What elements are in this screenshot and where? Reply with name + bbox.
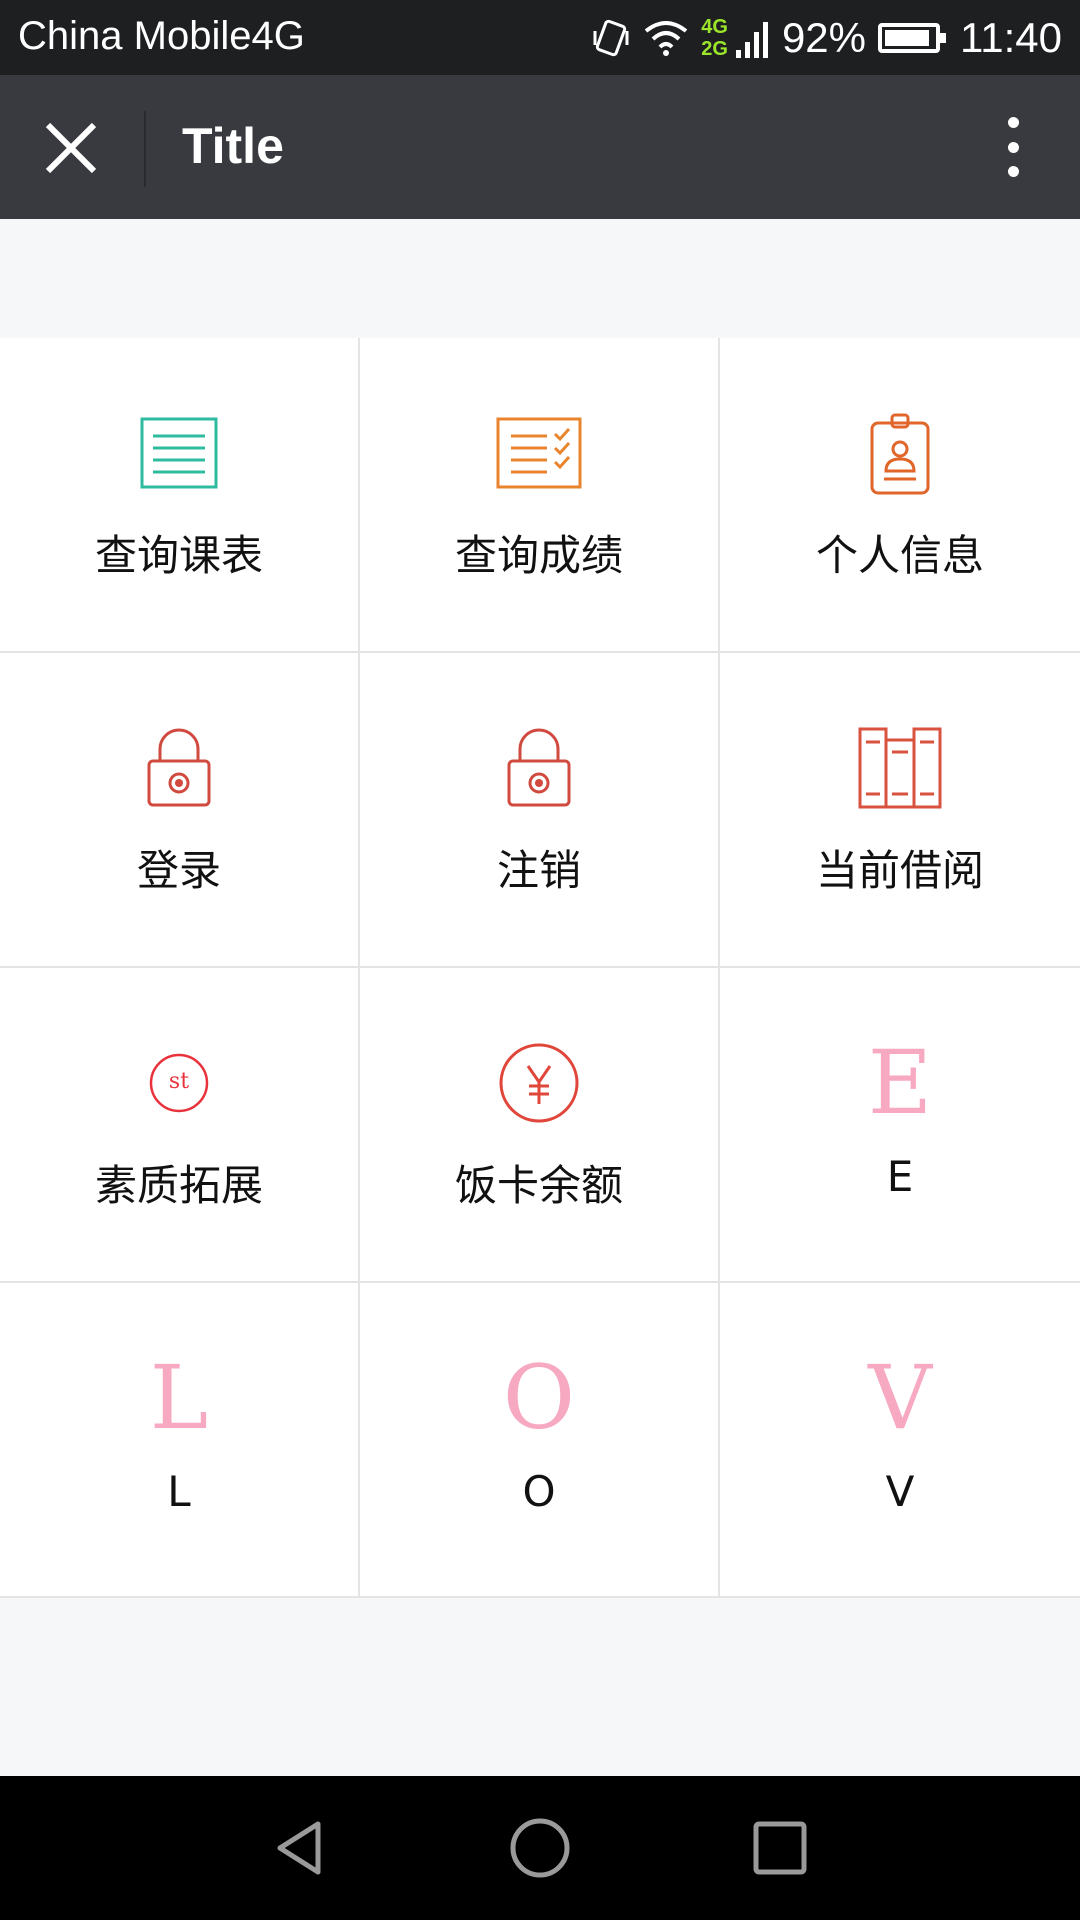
menu-item-label: L bbox=[167, 1467, 191, 1516]
menu-item-o[interactable]: O O bbox=[360, 1283, 720, 1598]
more-options-button[interactable] bbox=[986, 109, 1040, 185]
books-icon bbox=[845, 713, 955, 823]
letter-v-icon: V bbox=[868, 1346, 932, 1449]
menu-item-logout[interactable]: 注销 bbox=[360, 653, 720, 968]
svg-text:st: st bbox=[169, 1069, 189, 1094]
st-circle-icon: st bbox=[124, 1028, 234, 1138]
id-badge-icon bbox=[845, 398, 955, 508]
status-indicators: 4G 2G 92% 11:40 bbox=[591, 0, 1062, 75]
more-dot-icon bbox=[1007, 117, 1019, 128]
menu-item-label: 素质拓展 bbox=[94, 1161, 263, 1210]
menu-item-label: O bbox=[522, 1467, 556, 1516]
menu-item-label: 登录 bbox=[136, 846, 221, 895]
menu-item-label: 当前借阅 bbox=[815, 846, 984, 895]
menu-grid: 查询课表 查询成绩 个人信息 登录 注销 当前借阅 st 素质拓展 饭卡余额 E… bbox=[0, 338, 1080, 1598]
menu-item-label: 注销 bbox=[496, 846, 581, 895]
menu-item-label: 个人信息 bbox=[815, 531, 984, 580]
menu-item-label: V bbox=[885, 1467, 915, 1516]
carrier-name: China Mobile4G bbox=[18, 14, 305, 58]
app-bar: Title bbox=[0, 75, 1080, 219]
more-dot-icon bbox=[1007, 141, 1019, 153]
network-type: 4G 2G bbox=[701, 15, 728, 60]
menu-item-label: 查询课表 bbox=[94, 531, 263, 580]
menu-item-grades[interactable]: 查询成绩 bbox=[360, 338, 720, 653]
menu-item-quality-expansion[interactable]: st 素质拓展 bbox=[0, 968, 360, 1283]
home-icon[interactable] bbox=[500, 1808, 580, 1888]
clock: 11:40 bbox=[960, 13, 1062, 61]
wifi-icon bbox=[645, 20, 688, 56]
letter-l-icon: L bbox=[149, 1346, 209, 1449]
menu-item-label: E bbox=[886, 1152, 914, 1201]
schedule-list-icon bbox=[124, 398, 234, 508]
menu-item-course-schedule[interactable]: 查询课表 bbox=[0, 338, 360, 653]
close-icon[interactable] bbox=[40, 117, 102, 179]
back-icon[interactable] bbox=[260, 1808, 340, 1888]
battery-fill bbox=[885, 29, 930, 46]
status-bar: China Mobile4G 4G 2G 92% 11:40 bbox=[0, 0, 1080, 75]
menu-item-meal-card-balance[interactable]: 饭卡余额 bbox=[360, 968, 720, 1283]
menu-item-login[interactable]: 登录 bbox=[0, 653, 360, 968]
signal-icon bbox=[735, 21, 768, 58]
lock-icon bbox=[484, 713, 594, 823]
battery-percent: 92% bbox=[781, 13, 866, 61]
menu-item-label: 饭卡余额 bbox=[454, 1161, 623, 1210]
system-nav-bar bbox=[0, 1776, 1080, 1920]
letter-e-icon: E bbox=[867, 1031, 933, 1134]
page-title: Title bbox=[182, 118, 284, 174]
yen-circle-icon bbox=[484, 1028, 594, 1138]
menu-item-l[interactable]: L L bbox=[0, 1283, 360, 1598]
letter-o-icon: O bbox=[502, 1346, 576, 1449]
lock-icon bbox=[124, 713, 234, 823]
more-dot-icon bbox=[1007, 166, 1019, 177]
app-bar-divider bbox=[144, 111, 146, 187]
menu-item-v[interactable]: V V bbox=[720, 1283, 1080, 1598]
battery-icon bbox=[878, 22, 946, 53]
vibrate-icon bbox=[593, 19, 629, 56]
recent-apps-icon[interactable] bbox=[740, 1808, 820, 1888]
menu-item-label: 查询成绩 bbox=[454, 531, 623, 580]
menu-item-current-borrowing[interactable]: 当前借阅 bbox=[720, 653, 1080, 968]
grade-checklist-icon bbox=[484, 398, 594, 508]
menu-item-e[interactable]: E E bbox=[720, 968, 1080, 1283]
menu-item-personal-info[interactable]: 个人信息 bbox=[720, 338, 1080, 653]
